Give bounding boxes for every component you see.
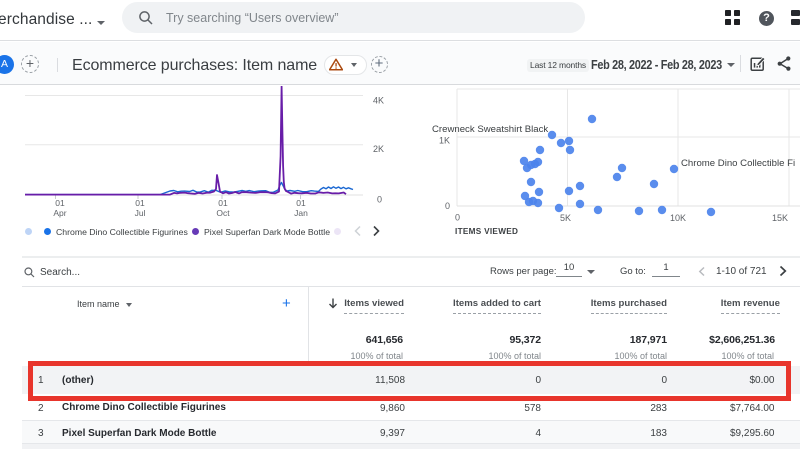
svg-text:10K: 10K: [670, 213, 686, 223]
svg-text:01: 01: [55, 198, 65, 208]
svg-text:Crewneck Sweatshirt Black: Crewneck Sweatshirt Black: [432, 124, 548, 135]
svg-text:0: 0: [445, 201, 450, 211]
svg-text:Chrome Dino Collectible Fi: Chrome Dino Collectible Fi: [681, 158, 795, 169]
svg-text:2K: 2K: [373, 144, 384, 154]
svg-text:1K: 1K: [439, 136, 450, 146]
svg-text:ITEMS VIEWED: ITEMS VIEWED: [455, 227, 518, 236]
svg-text:01: 01: [135, 198, 145, 208]
svg-text:01: 01: [218, 198, 228, 208]
svg-text:Apr: Apr: [53, 208, 66, 218]
svg-text:0: 0: [377, 195, 382, 205]
svg-text:Oct: Oct: [216, 208, 230, 218]
svg-text:15K: 15K: [772, 213, 788, 223]
svg-text:4K: 4K: [373, 96, 384, 106]
svg-text:Jul: Jul: [135, 208, 146, 218]
svg-text:0: 0: [455, 213, 460, 223]
svg-text:5K: 5K: [560, 213, 571, 223]
svg-text:Jan: Jan: [294, 208, 308, 218]
svg-text:01: 01: [296, 198, 306, 208]
